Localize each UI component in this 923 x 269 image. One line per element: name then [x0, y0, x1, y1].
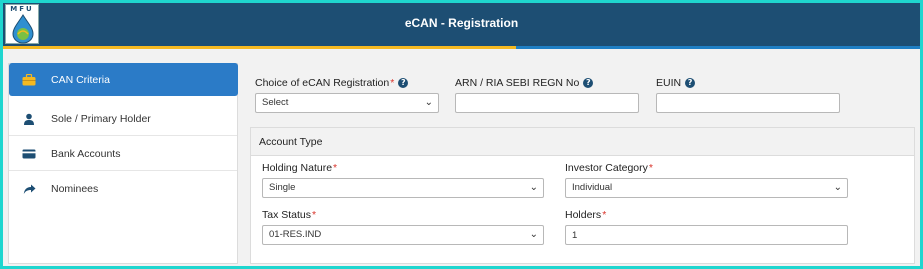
required-marker: * — [333, 162, 338, 174]
holding-nature-value: Single — [269, 182, 296, 193]
app-header: MFU eCAN - Registration — [3, 3, 920, 46]
arn-label-text: ARN / RIA SEBI REGN No — [455, 77, 580, 89]
chevron-down-icon: ⌄ — [833, 182, 842, 193]
chevron-down-icon: ⌄ — [529, 229, 538, 240]
accent-bar-blue — [516, 46, 920, 49]
euin-label-text: EUIN — [656, 77, 682, 89]
holders-label-text: Holders — [565, 209, 602, 221]
required-marker: * — [602, 209, 607, 221]
required-marker: * — [390, 77, 395, 89]
chevron-down-icon: ⌄ — [529, 182, 538, 193]
tax-status-value: 01-RES.IND — [269, 229, 322, 240]
holders-label: Holders * — [565, 209, 606, 221]
sidebar-item-label: Nominees — [51, 183, 99, 195]
help-icon[interactable]: ? — [685, 78, 696, 88]
registration-select-value: Select — [262, 97, 289, 108]
sidebar-item-nominees[interactable]: Nominees — [9, 172, 237, 206]
euin-input[interactable] — [656, 93, 840, 113]
holding-nature-label-text: Holding Nature — [262, 162, 333, 174]
holding-nature-select[interactable]: Single ⌄ — [262, 178, 544, 198]
account-type-title: Account Type — [259, 136, 323, 148]
sidebar-item-sole-primary-holder[interactable]: Sole / Primary Holder — [9, 102, 237, 136]
holders-input[interactable] — [565, 225, 848, 245]
required-marker: * — [312, 209, 317, 221]
share-arrow-icon — [19, 179, 39, 199]
investor-category-value: Individual — [572, 182, 613, 193]
tax-status-label: Tax Status * — [262, 209, 316, 221]
account-type-header: Account Type — [251, 128, 914, 156]
required-marker: * — [648, 162, 653, 174]
registration-select[interactable]: Select ⌄ — [255, 93, 439, 113]
arn-input-field[interactable] — [462, 94, 638, 112]
tax-status-select[interactable]: 01-RES.IND ⌄ — [262, 225, 544, 245]
arn-label: ARN / RIA SEBI REGN No? — [455, 77, 594, 89]
help-icon[interactable]: ? — [398, 78, 409, 88]
page-title: eCAN - Registration — [404, 16, 519, 30]
accent-bar-yellow — [3, 46, 516, 49]
sidebar-item-label: Sole / Primary Holder — [51, 112, 151, 125]
card-icon — [19, 144, 39, 164]
investor-category-label: Investor Category * — [565, 162, 653, 174]
user-icon — [19, 109, 39, 129]
euin-input-field[interactable] — [663, 94, 839, 112]
sidebar-item-label: Bank Accounts — [51, 147, 121, 160]
briefcase-icon — [19, 70, 39, 90]
holders-input-field[interactable] — [572, 226, 847, 244]
tax-status-label-text: Tax Status — [262, 209, 312, 221]
sidebar-item-can-criteria[interactable]: CAN Criteria — [9, 63, 238, 96]
arn-input[interactable] — [455, 93, 639, 113]
registration-label-text: Choice of eCAN Registration — [255, 77, 390, 89]
registration-label: Choice of eCAN Registration *? — [255, 77, 409, 89]
euin-label: EUIN? — [656, 77, 696, 89]
investor-category-select[interactable]: Individual ⌄ — [565, 178, 848, 198]
sidebar-item-bank-accounts[interactable]: Bank Accounts — [9, 137, 237, 171]
investor-category-label-text: Investor Category — [565, 162, 648, 174]
help-icon[interactable]: ? — [583, 78, 594, 88]
sidebar: CAN Criteria Sole / Primary Holder Bank … — [8, 63, 238, 264]
chevron-down-icon: ⌄ — [424, 97, 433, 108]
app-frame: MFU eCAN - Registration CAN Criteria Sol… — [3, 3, 920, 266]
sidebar-item-label: CAN Criteria — [51, 73, 110, 86]
holding-nature-label: Holding Nature * — [262, 162, 337, 174]
